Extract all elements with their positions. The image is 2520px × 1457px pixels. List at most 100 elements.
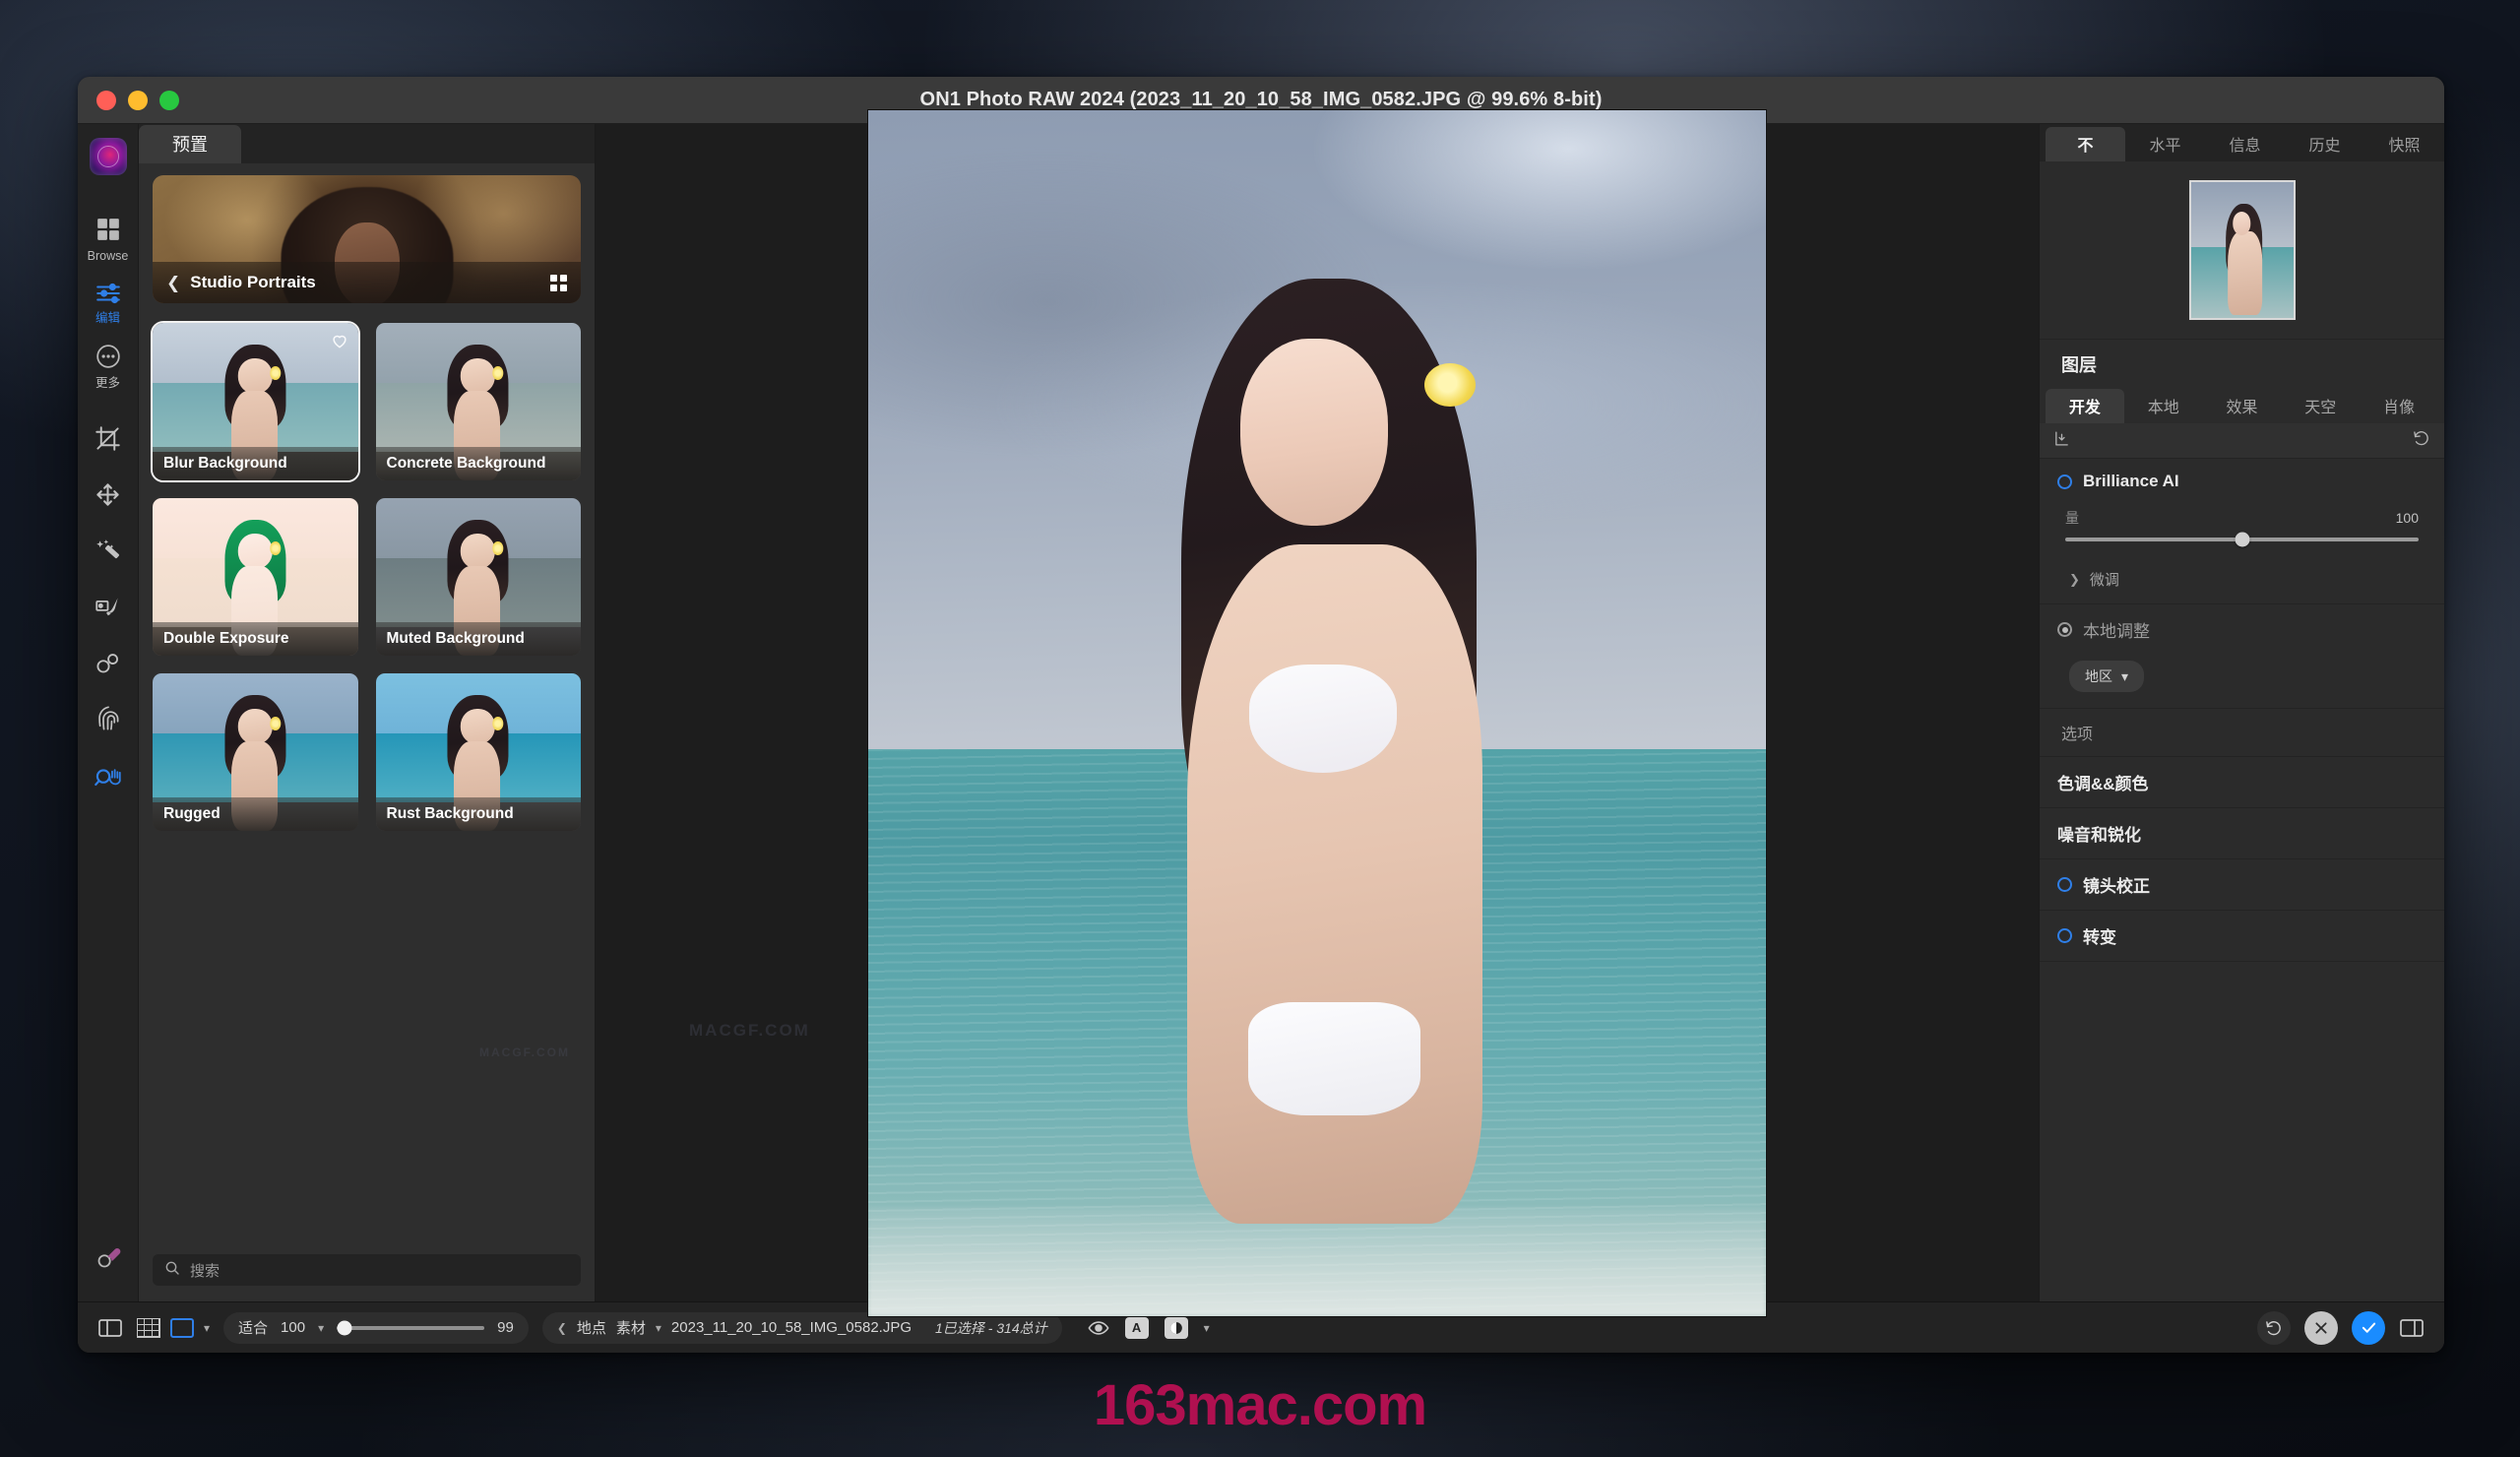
chevron-right-icon: ❯ xyxy=(2069,572,2080,588)
photo-foam xyxy=(868,1207,1766,1315)
section-noise-sharpen[interactable]: 噪音和锐化 xyxy=(2040,808,2444,859)
section-toggle-icon[interactable] xyxy=(2057,877,2072,892)
chevron-down-icon[interactable]: ▾ xyxy=(318,1321,324,1335)
fit-label: 适合 xyxy=(238,1317,268,1338)
navigator-preview[interactable] xyxy=(2040,161,2444,339)
section-lens-correction[interactable]: 镜头校正 xyxy=(2040,859,2444,911)
retouch-tool-button[interactable] xyxy=(94,538,121,569)
breadcrumb-folder[interactable]: 素材 xyxy=(616,1317,646,1338)
preset-category-card[interactable]: ❮ Studio Portraits xyxy=(153,175,581,303)
options-label: 选项 xyxy=(2040,709,2444,756)
move-tool-button[interactable] xyxy=(94,481,121,513)
edited-photo[interactable] xyxy=(868,110,1766,1316)
grid-view-icon[interactable] xyxy=(550,275,567,291)
presets-scroll-area[interactable]: ❮ Studio Portraits xyxy=(139,163,595,1242)
section-toggle-icon[interactable] xyxy=(2057,928,2072,943)
view-icons-group: A ▾ xyxy=(1088,1312,1210,1344)
zoom-pan-tool-button[interactable] xyxy=(94,762,122,793)
navigator-thumbnail[interactable] xyxy=(2189,180,2296,320)
perfect-brush-tool-button[interactable] xyxy=(94,594,121,625)
photo-hair-flower xyxy=(1424,363,1476,407)
chevron-down-icon[interactable]: ▾ xyxy=(656,1321,662,1335)
tab-levels[interactable]: 水平 xyxy=(2125,127,2205,161)
tab-none[interactable]: 不 xyxy=(2046,127,2125,161)
fine-tune-row[interactable]: ❯ 微调 xyxy=(2040,559,2444,603)
section-toggle-icon[interactable] xyxy=(2057,622,2072,637)
section-transform[interactable]: 转变 xyxy=(2040,911,2444,962)
section-title: 镜头校正 xyxy=(2083,872,2150,897)
color-picker-tool-button[interactable] xyxy=(94,1244,121,1276)
section-toggle-icon[interactable] xyxy=(2057,475,2072,489)
brush-icon xyxy=(94,594,121,625)
zoom-slider-track[interactable] xyxy=(337,1326,484,1330)
chevron-down-icon[interactable]: ▾ xyxy=(204,1321,210,1335)
preset-card[interactable]: Rust Background xyxy=(376,673,582,831)
nav-face xyxy=(2233,212,2251,234)
section-options[interactable]: 选项 xyxy=(2040,709,2444,757)
slider-labels: 量 100 xyxy=(2065,508,2419,528)
left-panel-toggle-icon[interactable] xyxy=(97,1317,123,1339)
slider-value-amount: 100 xyxy=(2396,510,2419,526)
preset-search-placeholder: 搜索 xyxy=(190,1260,220,1281)
amount-slider-row: 量 100 xyxy=(2040,504,2444,559)
tab-info[interactable]: 信息 xyxy=(2205,127,2285,161)
zoom-slider-knob[interactable] xyxy=(337,1320,351,1335)
grid-view-icon[interactable] xyxy=(137,1318,160,1338)
tab-portrait[interactable]: 肖像 xyxy=(2360,389,2438,423)
tab-local[interactable]: 本地 xyxy=(2124,389,2203,423)
photo-swimsuit-bottom xyxy=(1248,1002,1420,1115)
section-header-brilliance[interactable]: Brilliance AI xyxy=(2040,459,2444,504)
region-dropdown-label: 地区 xyxy=(2085,666,2112,686)
section-header-lens-correction[interactable]: 镜头校正 xyxy=(2040,859,2444,910)
amount-slider-track[interactable] xyxy=(2065,538,2419,541)
favorite-heart-icon[interactable] xyxy=(330,331,349,350)
blemish-remover-button[interactable] xyxy=(94,650,121,681)
preset-card[interactable]: Double Exposure xyxy=(153,498,358,656)
tab-presets[interactable]: 预置 xyxy=(139,125,241,163)
magic-wand-icon xyxy=(94,538,121,569)
chevron-left-icon[interactable]: ❮ xyxy=(557,1321,567,1335)
image-canvas-area[interactable] xyxy=(596,124,2039,1301)
cancel-button[interactable] xyxy=(2304,1311,2338,1345)
tab-sky[interactable]: 天空 xyxy=(2281,389,2360,423)
crop-tool-button[interactable] xyxy=(94,425,121,457)
right-panel-toggle-icon[interactable] xyxy=(2399,1317,2425,1339)
sidebar-item-edit[interactable]: 编辑 xyxy=(78,283,138,325)
tab-history[interactable]: 历史 xyxy=(2285,127,2364,161)
section-header-tone-color[interactable]: 色调&&颜色 xyxy=(2040,757,2444,807)
amount-slider-knob[interactable] xyxy=(2235,533,2249,547)
reset-button[interactable] xyxy=(2257,1311,2291,1345)
breadcrumb-location[interactable]: 地点 xyxy=(577,1317,606,1338)
section-header-noise-sharpen[interactable]: 噪音和锐化 xyxy=(2040,808,2444,858)
preview-eye-icon[interactable] xyxy=(1088,1319,1109,1337)
section-tone-color[interactable]: 色调&&颜色 xyxy=(2040,757,2444,808)
photo-subject-face xyxy=(1240,339,1388,526)
tab-develop[interactable]: 开发 xyxy=(2046,389,2124,423)
grid-icon xyxy=(95,217,121,247)
sidebar-item-browse[interactable]: Browse xyxy=(78,217,138,263)
search-icon xyxy=(164,1260,180,1281)
section-header-local[interactable]: 本地调整 xyxy=(2040,604,2444,655)
selection-info: 1已选择 - 314总计 xyxy=(935,1318,1047,1338)
reset-arrow-icon[interactable] xyxy=(2413,429,2430,452)
sidebar-item-more[interactable]: 更多 xyxy=(78,344,138,390)
region-dropdown[interactable]: 地区 ▾ xyxy=(2069,661,2144,692)
single-view-icon[interactable] xyxy=(170,1318,194,1338)
portrait-tool-button[interactable] xyxy=(94,706,121,737)
text-overlay-icon[interactable]: A xyxy=(1125,1317,1149,1339)
preset-card[interactable]: Muted Background xyxy=(376,498,582,656)
preset-search-input[interactable]: 搜索 xyxy=(153,1254,581,1286)
preset-card[interactable]: Concrete Background xyxy=(376,323,582,480)
fit-value: 100 xyxy=(281,1319,305,1336)
preset-card[interactable]: Blur Background xyxy=(153,323,358,480)
import-preset-icon[interactable] xyxy=(2053,430,2070,452)
chevron-left-icon[interactable]: ❮ xyxy=(166,275,180,291)
more-chevron-icon[interactable]: ▾ xyxy=(1204,1321,1210,1335)
apply-button[interactable] xyxy=(2352,1311,2385,1345)
section-header-transform[interactable]: 转变 xyxy=(2040,911,2444,961)
inspector-sections[interactable]: Brilliance AI 量 100 ❯ 微调 xyxy=(2040,459,2444,1301)
tab-snapshots[interactable]: 快照 xyxy=(2364,127,2444,161)
mask-view-icon[interactable] xyxy=(1165,1317,1188,1339)
preset-card[interactable]: Rugged xyxy=(153,673,358,831)
tab-effects[interactable]: 效果 xyxy=(2203,389,2282,423)
